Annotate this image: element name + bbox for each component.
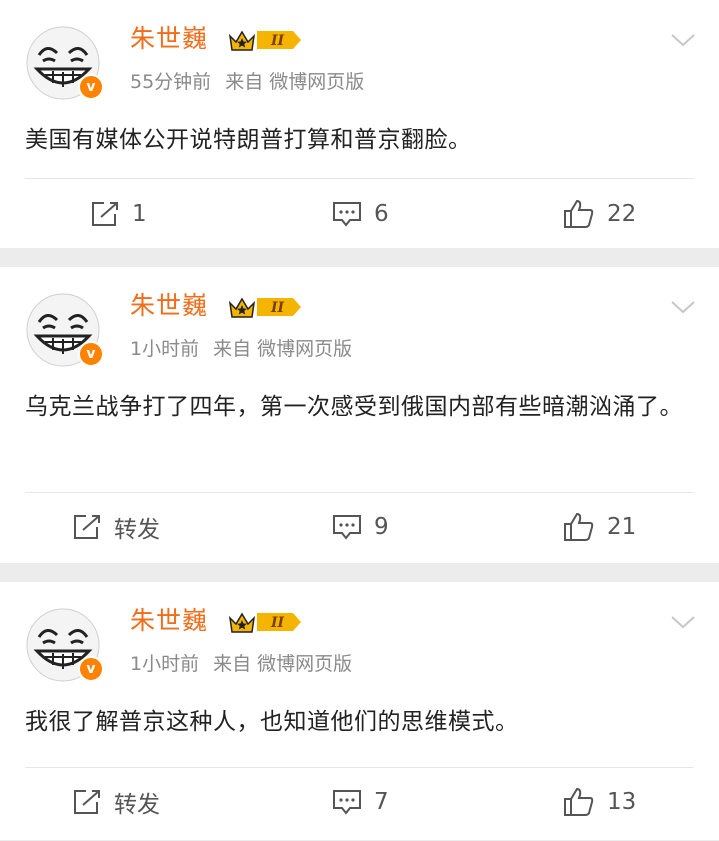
repost-label: 转发 [114, 517, 160, 543]
action-bar: 转发 7 13 [0, 780, 719, 824]
repost-icon [74, 790, 100, 814]
level-label: II [270, 615, 285, 631]
thumbs-up-icon [564, 512, 594, 541]
divider [25, 178, 694, 179]
comment-button[interactable]: 7 [332, 780, 389, 824]
post-source: 来自 微博网页版 [213, 653, 353, 675]
action-bar: 1 6 22 [0, 192, 719, 236]
crown-level-icon[interactable]: II [227, 608, 303, 636]
repost-button[interactable]: 1 [90, 192, 147, 236]
author-name[interactable]: 朱世巍 [130, 289, 208, 323]
like-button[interactable]: 13 [563, 780, 636, 824]
post-card: v 朱世巍 II 1小时前 来自 微博网页版 我很了解普京这种人，也知道他们的思维… [0, 582, 719, 840]
post-meta: 1小时前 来自 微博网页版 [130, 650, 352, 678]
post-card: v 朱世巍 II 55分钟前 来自 微博网页版 美国有媒体公开说特朗普打算和普京翻… [0, 0, 719, 248]
post-time[interactable]: 55分钟前 [130, 71, 211, 93]
thumbs-up-icon [564, 787, 594, 816]
chevron-down-icon[interactable] [669, 297, 697, 317]
author-name[interactable]: 朱世巍 [130, 22, 208, 56]
repost-icon [74, 515, 100, 539]
verified-badge-icon: v [78, 341, 104, 367]
post-time[interactable]: 1小时前 [130, 338, 199, 360]
post-text: 我很了解普京这种人，也知道他们的思维模式。 [25, 709, 519, 735]
chevron-down-icon[interactable] [669, 30, 697, 50]
action-bar: 转发 9 21 [0, 505, 719, 549]
thumbs-up-icon [564, 199, 594, 228]
like-button[interactable]: 21 [563, 505, 636, 549]
post-text: 乌克兰战争打了四年，第一次感受到俄国内部有些暗潮汹涌了。 [25, 394, 683, 420]
like-button[interactable]: 22 [563, 192, 636, 236]
weibo-feed: v 朱世巍 II 55分钟前 来自 微博网页版 美国有媒体公开说特朗普打算和普京翻… [0, 0, 719, 840]
crown-level-icon[interactable]: II [227, 26, 303, 54]
crown-level-icon[interactable]: II [227, 293, 303, 321]
repost-button[interactable]: 转发 [72, 505, 160, 549]
comment-icon [333, 790, 361, 815]
comment-count: 9 [374, 514, 389, 540]
repost-button[interactable]: 转发 [72, 780, 160, 824]
verified-badge-icon: v [78, 74, 104, 100]
author-name[interactable]: 朱世巍 [130, 604, 208, 638]
comment-button[interactable]: 6 [332, 192, 389, 236]
post-meta: 55分钟前 来自 微博网页版 [130, 68, 364, 96]
post-source: 来自 微博网页版 [225, 71, 365, 93]
repost-icon [92, 202, 118, 226]
verified-badge-icon: v [78, 656, 104, 682]
comment-icon [333, 515, 361, 540]
comment-icon [333, 202, 361, 227]
like-count: 13 [607, 789, 637, 815]
post-meta: 1小时前 来自 微博网页版 [130, 335, 352, 363]
post-text: 美国有媒体公开说特朗普打算和普京翻脸。 [25, 127, 472, 153]
chevron-down-icon[interactable] [669, 612, 697, 632]
comment-count: 7 [374, 789, 389, 815]
like-count: 21 [607, 514, 637, 540]
post-source: 来自 微博网页版 [213, 338, 353, 360]
divider [25, 767, 694, 768]
divider [25, 492, 694, 493]
post-time[interactable]: 1小时前 [130, 653, 199, 675]
repost-label: 转发 [114, 792, 160, 818]
comment-button[interactable]: 9 [332, 505, 389, 549]
level-label: II [270, 300, 285, 316]
level-label: II [270, 33, 285, 49]
repost-count: 1 [132, 201, 147, 227]
like-count: 22 [607, 201, 637, 227]
comment-count: 6 [374, 201, 389, 227]
post-card: v 朱世巍 II 1小时前 来自 微博网页版 乌克兰战争打了四年，第一次感受到俄国… [0, 267, 719, 563]
